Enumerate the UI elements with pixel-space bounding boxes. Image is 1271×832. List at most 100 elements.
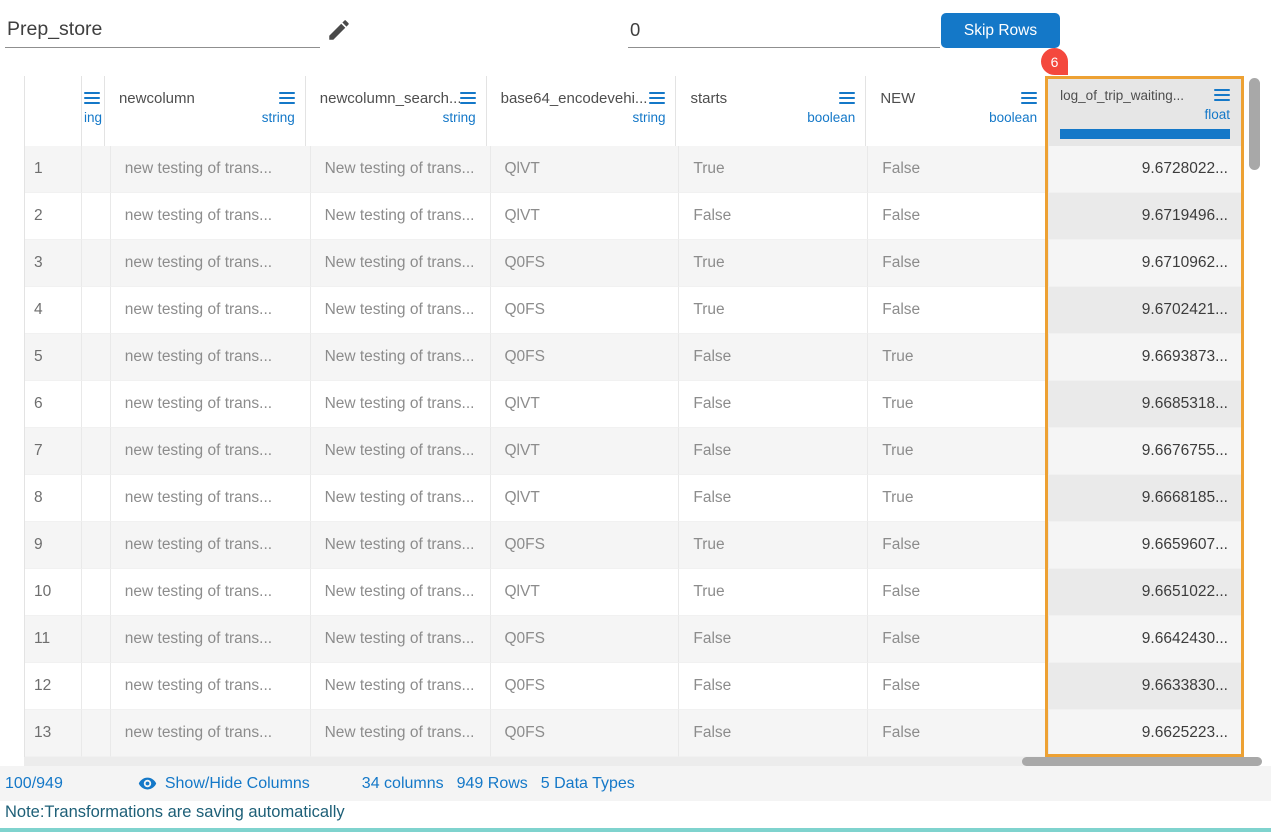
new-cell: True — [868, 381, 1049, 428]
column-menu-icon[interactable] — [279, 89, 295, 107]
column-menu-icon[interactable] — [84, 89, 100, 107]
transformation-count-badge: 6 — [1041, 48, 1068, 75]
starts-cell: False — [679, 616, 868, 663]
newcolumn-search-cell: New testing of trans... — [311, 616, 491, 663]
float-cell: 9.6685318... — [1049, 381, 1243, 428]
table-row: 2 new testing of trans... New testing of… — [25, 193, 1243, 240]
newcolumn-search-cell: New testing of trans... — [311, 146, 491, 193]
starts-cell: True — [679, 240, 868, 287]
table-row: 8 new testing of trans... New testing of… — [25, 475, 1243, 522]
header-newcolumn[interactable]: newcolumn string — [105, 76, 306, 146]
data-types-link[interactable]: 5 Data Types — [541, 775, 635, 793]
new-cell: True — [868, 428, 1049, 475]
column-menu-icon[interactable] — [1214, 86, 1230, 104]
new-cell: False — [868, 616, 1049, 663]
columns-count-link[interactable]: 34 columns — [362, 775, 444, 793]
newcolumn-cell: new testing of trans... — [111, 287, 311, 334]
starts-cell: True — [679, 287, 868, 334]
eye-icon — [138, 774, 157, 793]
data-prep-window: Skip Rows ing newcolumn string n — [0, 0, 1271, 832]
row-number-cell: 8 — [25, 475, 82, 522]
table-row: 12 new testing of trans... New testing o… — [25, 663, 1243, 710]
base64-cell: Q0FS — [491, 334, 680, 381]
row-number-cell: 4 — [25, 287, 82, 334]
truncated-cell — [82, 428, 111, 475]
footer-bar: 100/949 Show/Hide Columns 34 columns 949… — [0, 766, 1271, 801]
edit-pencil-icon[interactable] — [326, 17, 352, 43]
truncated-cell — [82, 240, 111, 287]
float-cell: 9.6710962... — [1049, 240, 1243, 287]
show-hide-columns-button[interactable]: Show/Hide Columns — [138, 774, 310, 793]
column-menu-icon[interactable] — [649, 89, 665, 107]
column-menu-icon[interactable] — [460, 89, 476, 107]
truncated-cell — [82, 475, 111, 522]
table-row: 11 new testing of trans... New testing o… — [25, 616, 1243, 663]
row-number-cell: 7 — [25, 428, 82, 475]
dataset-name-input[interactable] — [5, 12, 320, 48]
float-cell: 9.6693873... — [1049, 334, 1243, 381]
table-row: 1 new testing of trans... New testing of… — [25, 146, 1243, 193]
header-truncated-column[interactable]: ing — [82, 76, 105, 146]
autosave-note: Note:Transformations are saving automati… — [5, 803, 345, 822]
row-number-cell: 9 — [25, 522, 82, 569]
header-row-number — [25, 76, 82, 146]
starts-cell: False — [679, 428, 868, 475]
float-cell: 9.6659607... — [1049, 522, 1243, 569]
row-number-cell: 2 — [25, 193, 82, 240]
float-cell: 9.6625223... — [1049, 710, 1243, 757]
newcolumn-cell: new testing of trans... — [111, 146, 311, 193]
table-row: 4 new testing of trans... New testing of… — [25, 287, 1243, 334]
starts-cell: False — [679, 710, 868, 757]
newcolumn-search-cell: New testing of trans... — [311, 569, 491, 616]
truncated-cell — [82, 710, 111, 757]
float-cell: 9.6676755... — [1049, 428, 1243, 475]
column-distribution-bar — [1060, 129, 1230, 139]
vertical-scrollbar[interactable] — [1249, 78, 1260, 170]
newcolumn-cell: new testing of trans... — [111, 240, 311, 287]
skip-rows-button[interactable]: Skip Rows — [941, 13, 1060, 48]
float-cell: 9.6651022... — [1049, 569, 1243, 616]
row-count-indicator: 100/949 — [5, 775, 63, 793]
newcolumn-cell: new testing of trans... — [111, 428, 311, 475]
truncated-cell — [82, 334, 111, 381]
header-starts[interactable]: starts boolean — [676, 76, 866, 146]
column-menu-icon[interactable] — [1021, 89, 1037, 107]
float-cell: 9.6719496... — [1049, 193, 1243, 240]
base64-cell: QlVT — [491, 146, 680, 193]
newcolumn-cell: new testing of trans... — [111, 663, 311, 710]
skip-rows-input[interactable] — [628, 12, 940, 48]
truncated-cell — [82, 287, 111, 334]
table-row: 9 new testing of trans... New testing of… — [25, 522, 1243, 569]
row-number-cell: 11 — [25, 616, 82, 663]
newcolumn-search-cell: New testing of trans... — [311, 240, 491, 287]
bottom-accent-line — [0, 828, 1271, 832]
header-log-of-trip-waiting[interactable]: log_of_trip_waiting... float 8 - 10 — [1048, 76, 1243, 146]
rows-count-link[interactable]: 949 Rows — [457, 775, 528, 793]
header-new[interactable]: NEW boolean — [866, 76, 1048, 146]
newcolumn-search-cell: New testing of trans... — [311, 710, 491, 757]
newcolumn-cell: new testing of trans... — [111, 522, 311, 569]
truncated-cell — [82, 616, 111, 663]
starts-cell: False — [679, 663, 868, 710]
header-base64-encodevehi[interactable]: base64_encodevehi... string — [487, 76, 677, 146]
base64-cell: Q0FS — [491, 663, 680, 710]
newcolumn-search-cell: New testing of trans... — [311, 522, 491, 569]
newcolumn-cell: new testing of trans... — [111, 569, 311, 616]
new-cell: False — [868, 663, 1049, 710]
newcolumn-search-cell: New testing of trans... — [311, 428, 491, 475]
newcolumn-search-cell: New testing of trans... — [311, 663, 491, 710]
data-table: ing newcolumn string newcolumn_search...… — [24, 76, 1243, 757]
horizontal-scrollbar-thumb[interactable] — [1022, 757, 1262, 766]
newcolumn-cell: new testing of trans... — [111, 616, 311, 663]
newcolumn-search-cell: New testing of trans... — [311, 287, 491, 334]
starts-cell: True — [679, 522, 868, 569]
truncated-cell — [82, 193, 111, 240]
header-newcolumn-search[interactable]: newcolumn_search... string — [306, 76, 487, 146]
table-row: 10 new testing of trans... New testing o… — [25, 569, 1243, 616]
truncated-cell — [82, 569, 111, 616]
base64-cell: QlVT — [491, 569, 680, 616]
row-number-cell: 10 — [25, 569, 82, 616]
row-number-cell: 13 — [25, 710, 82, 757]
column-menu-icon[interactable] — [839, 89, 855, 107]
newcolumn-search-cell: New testing of trans... — [311, 475, 491, 522]
